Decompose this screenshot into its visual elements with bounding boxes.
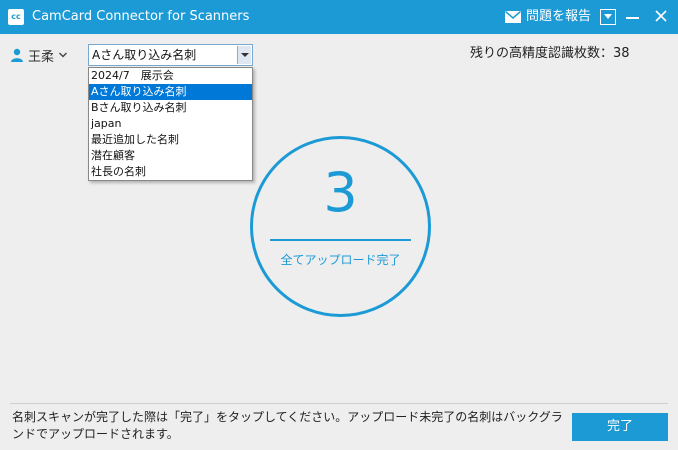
app-logo: cc xyxy=(8,9,24,25)
title-bar: cc CamCard Connector for Scanners 問題を報告 xyxy=(0,0,678,34)
user-icon xyxy=(11,48,23,62)
user-name: 王柔 xyxy=(28,49,55,65)
close-icon[interactable] xyxy=(652,7,670,25)
divider xyxy=(270,239,411,241)
chevron-down-icon[interactable] xyxy=(58,50,68,60)
dropdown-option-selected[interactable]: Aさん取り込み名刺 xyxy=(89,84,252,100)
group-dropdown-list: 2024/7 展示会 Aさん取り込み名刺 Bさん取り込み名刺 japan 最近追… xyxy=(88,67,253,181)
user-menu[interactable]: 王柔 xyxy=(10,46,68,65)
footer-note: 名刺スキャンが完了した際は「完了」をタップしてください。アップロード未完了の名刺… xyxy=(12,410,563,441)
footer-divider xyxy=(10,403,668,404)
dropdown-option[interactable]: 最近追加した名刺 xyxy=(89,132,252,148)
dropdown-option[interactable]: 社長の名刺 xyxy=(89,164,252,180)
done-button[interactable]: 完了 xyxy=(572,413,668,441)
dropdown-option[interactable]: 2024/7 展示会 xyxy=(89,68,252,84)
remaining-count-label: 残りの高精度認識枚数：38 xyxy=(470,46,630,61)
dropdown-option[interactable]: Bさん取り込み名刺 xyxy=(89,100,252,116)
upload-count: 3 xyxy=(323,161,358,224)
group-select[interactable]: Aさん取り込み名刺 xyxy=(88,44,253,66)
dropdown-option[interactable]: japan xyxy=(89,116,252,132)
upload-status-circle: 3 全てアップロード完了 xyxy=(250,136,431,317)
report-issue-link[interactable]: 問題を報告 xyxy=(526,9,591,25)
chevron-down-icon[interactable] xyxy=(237,46,251,64)
window-title: CamCard Connector for Scanners xyxy=(32,9,250,24)
group-select-value: Aさん取り込み名刺 xyxy=(92,48,197,62)
minimize-icon[interactable] xyxy=(626,17,639,19)
dropdown-option[interactable]: 潜在顧客 xyxy=(89,148,252,164)
mail-icon[interactable] xyxy=(505,11,521,23)
dropdown-box-icon[interactable] xyxy=(600,9,616,25)
upload-status-text: 全てアップロード完了 xyxy=(280,253,401,267)
